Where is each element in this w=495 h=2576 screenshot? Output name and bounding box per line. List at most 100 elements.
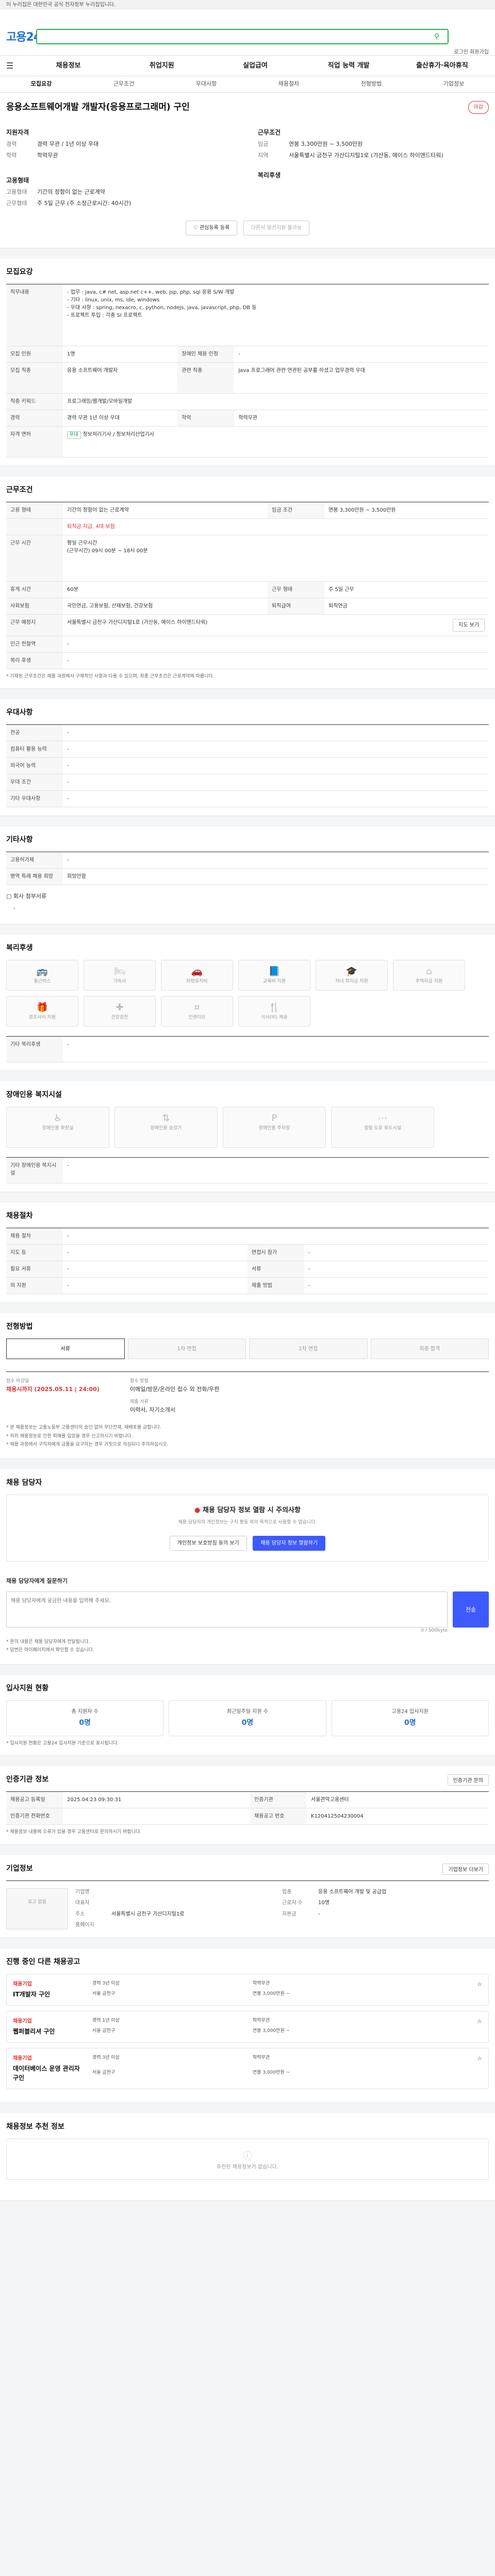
tab-company[interactable]: 기업정보 [412,80,495,89]
qa-send-button[interactable]: 전송 [453,1591,489,1628]
tab-preferences[interactable]: 우대사항 [165,80,248,89]
qa-textarea[interactable] [6,1591,448,1628]
process-table: 채용 절차 - 지도 등 - 면접시 참가 - 필요 서류 - 서류 - 외 지원 - 제출 방법… [6,1228,489,1294]
company-more-button[interactable]: 기업정보 더보기 [442,1863,489,1875]
disability-item: P 장애인용 주차장 [223,1107,326,1148]
nav-item-employment-support[interactable]: 취업지원 [115,61,208,71]
disability-section: 장애인용 복지시설 ♿ 장애인용 화장실 ⇅ 장애인용 승강기 P 장애인용 주차장 … [0,1081,495,1192]
welfare-grid: 🚌 통근버스 🛏 기숙사 🚗 차량유지비 📘 교육비 지원 🎓 자녀 학자금 지원 ⌂ 주택… [6,960,489,1027]
label: 근무 형태 [268,581,325,598]
stat-card: 최근일주일 지원 수 0명 [169,1700,326,1736]
label: 외국어 능력 [6,757,63,774]
value: 프로그래밍/웹개발/모바일개발 [63,393,489,410]
tab-conditions[interactable]: 근무조건 [82,80,165,89]
nav-item-jobs[interactable]: 채용정보 [22,61,115,71]
menu-icon[interactable]: ☰ [6,60,22,72]
label: 지역 [258,152,269,159]
bookmark-icon[interactable]: ☆ [477,1981,482,1988]
label: 채용공고 등록일 [6,1791,63,1808]
gov-banner: 이 누리집은 대한민국 공식 전자정부 누리집입니다. [0,0,495,9]
section-title: 기타사항 [6,836,33,844]
label: 전공 [6,724,63,741]
value: K120412504230004 [307,1808,489,1825]
nav-item-unemployment-benefit[interactable]: 실업급여 [208,61,302,71]
value: 우대 정보처리기사 / 정보처리산업기사 [63,426,489,457]
step-item: 1차 면접 [127,1338,246,1359]
docs-label: 제출 서류 [130,1399,148,1404]
empty-state: ⓘ 추천된 채용정보가 없습니다. [6,2138,489,2180]
job-card[interactable]: 채용기업 IT개발자 구인 경력 3년 이상 학력무관 서울 금천구 연봉 3,000만… [6,1973,489,2006]
inquiry-button[interactable]: 인증기관 문의 [447,1774,489,1786]
privacy-button[interactable]: 개인정보 보호방침 동의 보기 [169,1535,247,1551]
welfare-other-table: 기타 복리후생 - [6,1036,489,1062]
qualification-title: 지원자격 [6,128,29,136]
scrap-button[interactable]: ♡ 관심등록 등록 [185,220,238,235]
tab-selection[interactable]: 전형방법 [330,80,412,89]
disability-item: ⋯ 점형 도로 유도시설 [331,1107,434,1148]
welfare-item: 🍴 식사(비) 제공 [238,996,310,1027]
section-title: 채용 담당자 [6,1478,42,1487]
value: 1명 [63,346,178,363]
contact-title: ● 채용 담당자 정보 열람 시 주의사항 [194,1506,301,1514]
value: - [63,636,489,653]
main-nav: ☰ 채용정보 취업지원 실업급여 직업 능력 개발 출산휴가·육아휴직 [0,56,495,76]
value: 퇴직금 지급, 4대 보험 [63,518,489,535]
apply-button[interactable]: 다른사 알선지원 불가능 [243,220,310,235]
qa-area: 전송 [6,1591,489,1628]
work-table: 고용 형태 기간의 정함이 없는 근로계약 임금 조건 연봉 3,300만원 ~ 3,… [6,501,489,669]
value: - [63,1228,489,1245]
label: 근무 예정지 [6,614,63,636]
bookmark-icon[interactable]: ☆ [477,2018,482,2025]
job-card[interactable]: 채용기업 데이터베이스 운영 관리자 구인 경력 3년 이상 학력무관 서울 금천구 연… [6,2047,489,2089]
search-icon[interactable]: ⚲ [434,31,444,42]
nav-item-parental-leave[interactable]: 출산휴가·육아휴직 [395,61,489,71]
bookmark-icon[interactable]: ☆ [477,2055,482,2062]
job-card[interactable]: 채용기업 웹퍼블리셔 구인 경력 1년 이상 학력무관 서울 금천구 연봉 3,000만… [6,2010,489,2043]
job-summary: 응용소프트웨어개발 개발자(응용프로그래머) 구인 마감 지원자격 경력 경력 무… [0,93,495,248]
view-contact-button[interactable]: 채용 담당자 정보 열람하기 [253,1535,326,1551]
selection-info: 접수 마감일 채용시까지 (2025.05.11 | 24:00) 접수 방법 … [6,1371,489,1414]
stat-card: 총 지원자 수 0명 [6,1700,164,1736]
tab-recruit[interactable]: 모집요강 [0,80,82,89]
label: 휴게 시간 [6,581,63,598]
header-utils[interactable]: 로그인 회원가입 [454,48,489,56]
section-title: 우대사항 [6,708,33,717]
value: - [63,1036,489,1062]
company-logo: 로고 없음 [6,1888,68,1929]
value: 국민연금, 고용보험, 산재보험, 건강보험 [63,598,268,615]
duties-text: - 업무 : java, c# net, asp.net c++, web, j… [63,284,489,346]
value: 경력 무관 1년 이상 우대 [63,410,178,427]
attachment: ▢ 회사 첨부서류 - [6,892,489,916]
welfare-item: ✚ 건강검진 [84,996,156,1027]
disability-grid: ♿ 장애인용 화장실 ⇅ 장애인용 승강기 P 장애인용 주차장 ⋯ 점형 도로 유도시… [6,1107,489,1148]
value: - [63,1277,248,1294]
value: 학력무관 [37,152,58,159]
welfare-section: 복리후생 🚌 통근버스 🛏 기숙사 🚗 차량유지비 📘 교육비 지원 🎓 자녀 학자금 지… [0,935,495,1071]
welfare-item: ¤ 인센티브 [161,996,233,1027]
label: 인근 전철역 [6,636,63,653]
value [63,1808,251,1825]
cap-icon: 🎓 [345,966,358,977]
value: 2025.04.23 09:30:31 [63,1791,251,1808]
label: 복리 후생 [6,652,63,669]
label: 면접시 참가 [248,1244,304,1261]
step-item: 서류 [6,1338,125,1359]
map-button[interactable]: 지도 보기 [453,618,485,632]
welfare-item: 🎁 경조사비 지원 [6,996,78,1027]
stats-note: * 입사지원 현황은 고용24 입사지원 기준으로 표시됩니다. [6,1740,119,1746]
label: 관련 직종 [177,362,235,394]
section-title: 복리후생 [6,944,33,952]
tab-process[interactable]: 채용절차 [248,80,330,89]
docs-value: 이력서, 자기소개서 [130,1406,175,1413]
label: 병역 특례 채용 희망 [6,868,63,885]
search-input[interactable] [37,30,419,43]
value: 서울관악고용센터 [307,1791,489,1808]
etc-table: 고용허가제 - 병역 특례 채용 희망 희망안함 [6,852,489,885]
employment-type-title: 고용형태 [6,176,29,184]
nav-item-vocational-training[interactable]: 직업 능력 개발 [302,61,395,71]
header: 고용24 ⚲ 로그인 회원가입 [0,9,495,56]
section-tabs: 모집요강 근무조건 우대사항 채용절차 전형방법 기업정보 [0,76,495,93]
value: Java 프로그래머 관련 연관된 공부를 하셨고 업무경력 우대 [234,362,489,394]
section-title: 입사지원 현황 [6,1684,49,1692]
gift-icon: 🎁 [36,1002,48,1013]
